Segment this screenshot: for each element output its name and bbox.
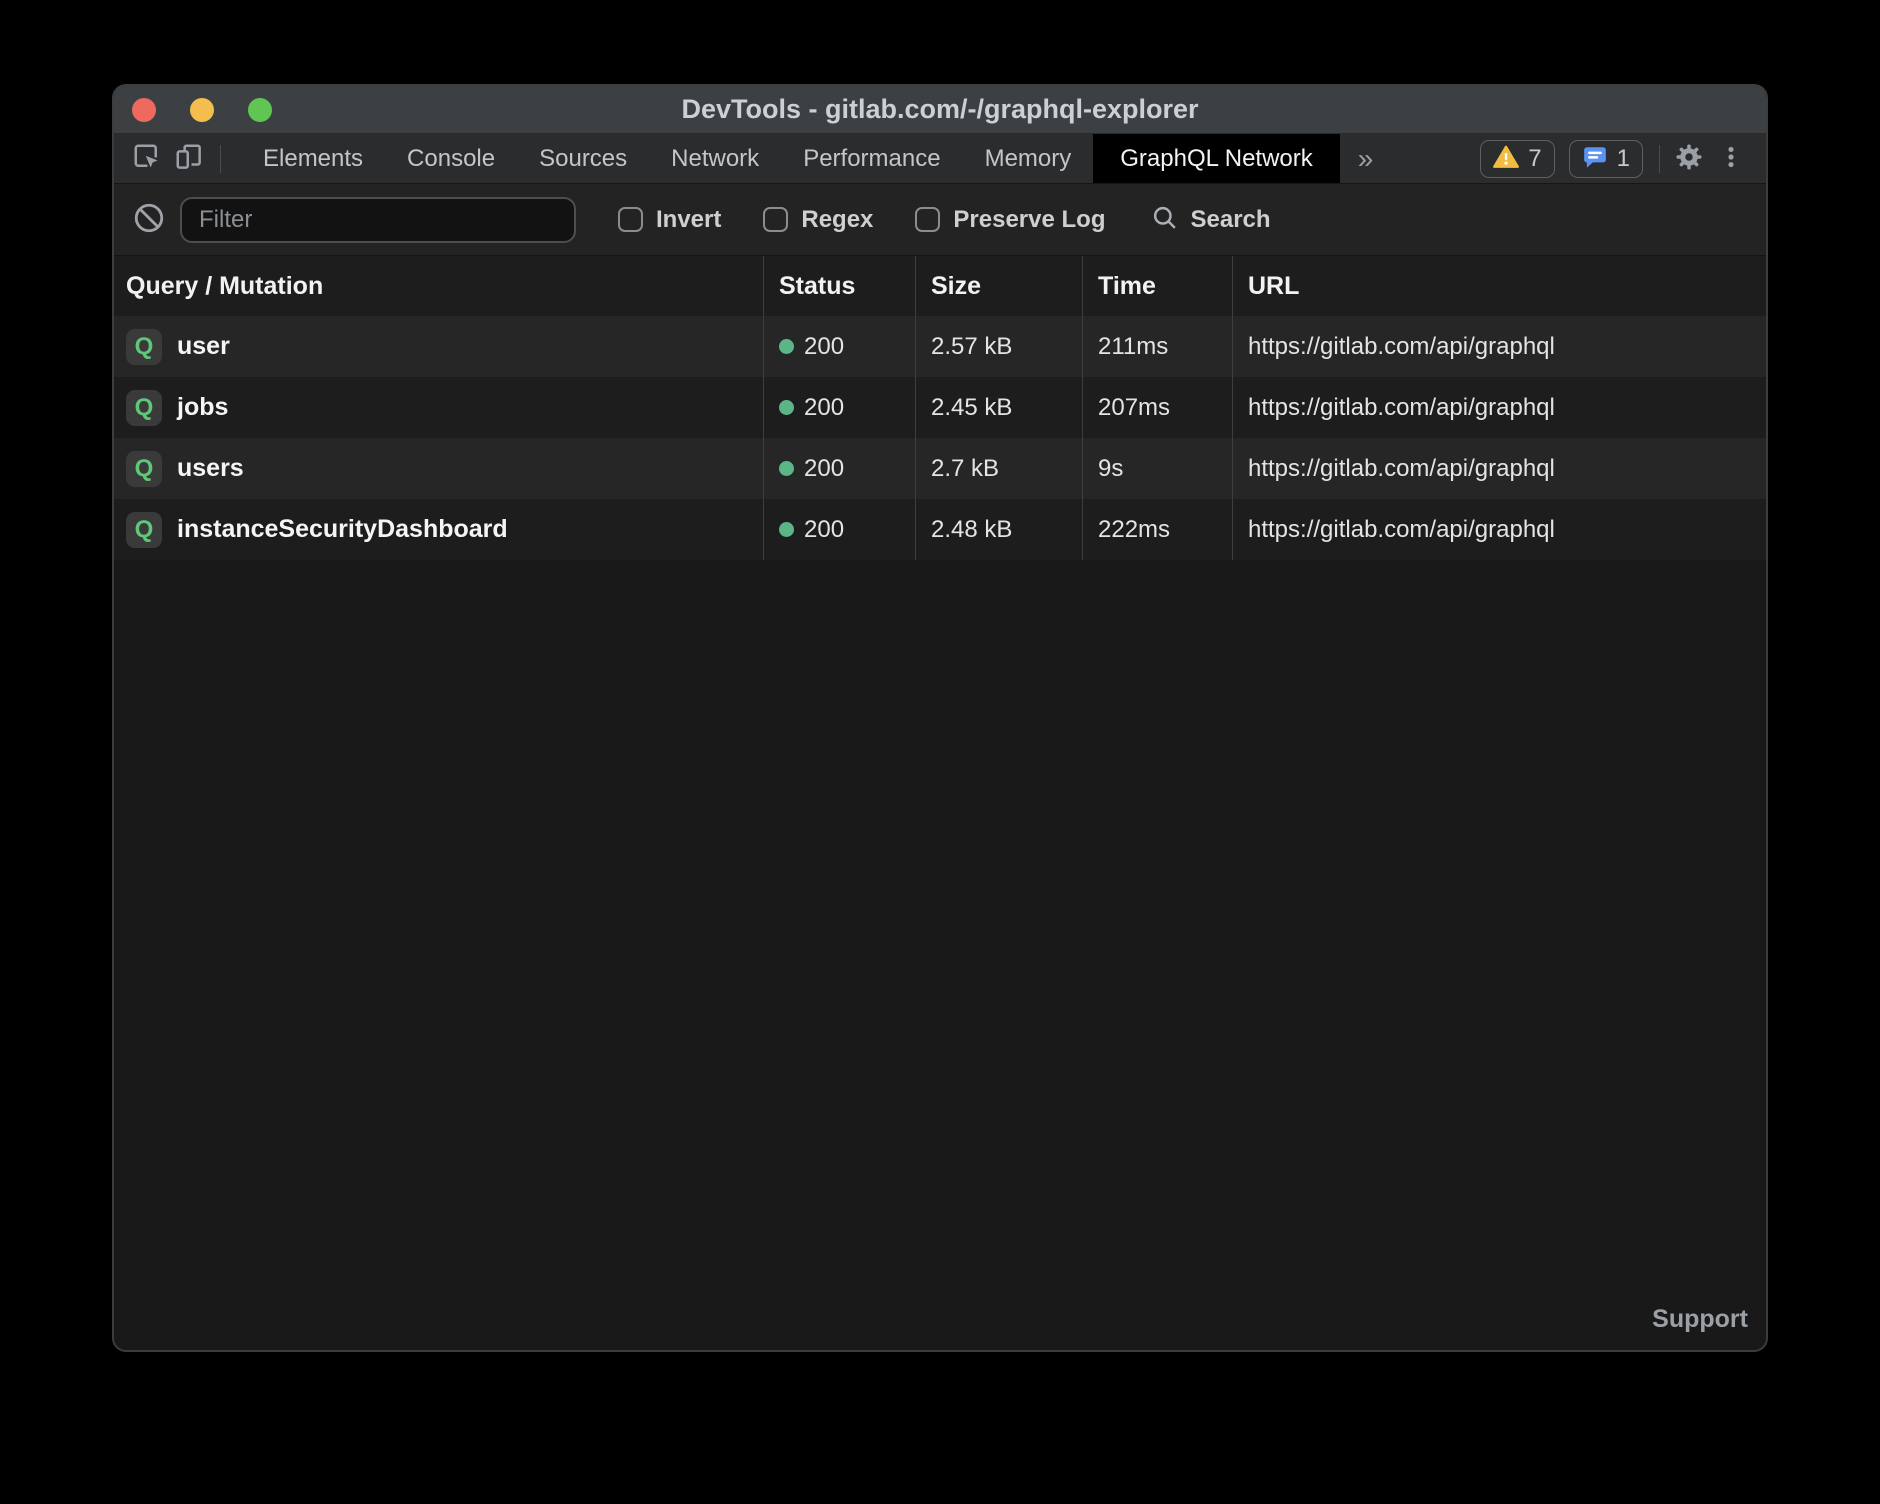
empty-panel-area	[114, 560, 1766, 1350]
column-header-status[interactable]: Status	[763, 256, 915, 316]
toolbar-divider	[220, 145, 221, 173]
search-label: Search	[1190, 206, 1270, 234]
invert-label: Invert	[656, 206, 721, 234]
query-type-badge: Q	[126, 451, 162, 487]
toolbar-divider	[1659, 145, 1660, 173]
search-icon	[1151, 204, 1178, 236]
response-size: 2.7 kB	[931, 455, 999, 483]
table-header: Query / Mutation Status Size Time URL	[114, 256, 1766, 316]
titlebar: DevTools - gitlab.com/-/graphql-explorer	[114, 86, 1766, 134]
block-icon	[132, 201, 166, 238]
status-ok-dot	[779, 461, 794, 476]
devtools-window: DevTools - gitlab.com/-/graphql-explorer…	[112, 84, 1768, 1352]
status-code: 200	[804, 455, 844, 483]
table-row[interactable]: Q user 200 2.57 kB 211ms https://gitlab.…	[114, 316, 1766, 377]
response-size: 2.57 kB	[931, 333, 1012, 361]
table-row[interactable]: Q jobs 200 2.45 kB 207ms https://gitlab.…	[114, 377, 1766, 438]
request-url: https://gitlab.com/api/graphql	[1248, 394, 1555, 422]
filter-input[interactable]	[180, 197, 576, 243]
close-button[interactable]	[132, 98, 156, 122]
query-name: user	[177, 332, 230, 361]
request-url: https://gitlab.com/api/graphql	[1248, 333, 1555, 361]
tab-memory[interactable]: Memory	[963, 134, 1094, 183]
request-url: https://gitlab.com/api/graphql	[1248, 455, 1555, 483]
query-name: users	[177, 454, 244, 483]
inspect-element-button[interactable]	[126, 138, 168, 180]
table-row[interactable]: Q users 200 2.7 kB 9s https://gitlab.com…	[114, 438, 1766, 499]
device-toolbar-icon	[174, 142, 204, 175]
tab-elements[interactable]: Elements	[241, 134, 385, 183]
preserve-log-label: Preserve Log	[953, 206, 1105, 234]
tab-console[interactable]: Console	[385, 134, 517, 183]
status-ok-dot	[779, 522, 794, 537]
invert-checkbox-group[interactable]: Invert	[618, 206, 721, 234]
tab-graphql-network[interactable]: GraphQL Network	[1093, 134, 1340, 183]
minimize-button[interactable]	[190, 98, 214, 122]
desktop: { "window": { "title": "DevTools - gitla…	[0, 0, 1880, 1504]
filter-bar: Invert Regex Preserve Log Search	[114, 184, 1766, 256]
request-table-body: Q user 200 2.57 kB 211ms https://gitlab.…	[114, 316, 1766, 560]
column-header-size[interactable]: Size	[915, 256, 1082, 316]
window-title: DevTools - gitlab.com/-/graphql-explorer	[114, 94, 1766, 125]
regex-checkbox-group[interactable]: Regex	[763, 206, 873, 234]
tab-performance[interactable]: Performance	[781, 134, 962, 183]
query-type-badge: Q	[126, 390, 162, 426]
messages-count: 1	[1617, 145, 1630, 173]
response-time: 9s	[1098, 455, 1123, 483]
gear-icon	[1674, 142, 1704, 175]
more-tabs-button[interactable]: »	[1340, 134, 1392, 183]
inspect-cursor-icon	[132, 142, 162, 175]
regex-label: Regex	[801, 206, 873, 234]
device-toolbar-button[interactable]	[168, 138, 210, 180]
query-name: instanceSecurityDashboard	[177, 515, 508, 544]
preserve-log-checkbox	[915, 207, 940, 232]
table-row[interactable]: Q instanceSecurityDashboard 200 2.48 kB …	[114, 499, 1766, 560]
more-options-button[interactable]	[1710, 138, 1752, 180]
warnings-count: 7	[1528, 145, 1541, 173]
search-button[interactable]: Search	[1151, 204, 1270, 236]
message-bubble-icon	[1582, 144, 1608, 173]
status-code: 200	[804, 333, 844, 361]
query-type-badge: Q	[126, 512, 162, 548]
regex-checkbox	[763, 207, 788, 232]
traffic-lights	[132, 86, 272, 133]
support-link[interactable]: Support	[1652, 1305, 1748, 1334]
warnings-badge[interactable]: 7	[1480, 140, 1554, 178]
request-url: https://gitlab.com/api/graphql	[1248, 516, 1555, 544]
panel-tabs: Elements Console Sources Network Perform…	[241, 134, 1391, 183]
settings-button[interactable]	[1668, 138, 1710, 180]
devtools-toolbar: Elements Console Sources Network Perform…	[114, 134, 1766, 184]
status-code: 200	[804, 394, 844, 422]
status-code: 200	[804, 516, 844, 544]
status-ok-dot	[779, 339, 794, 354]
response-time: 222ms	[1098, 516, 1170, 544]
clear-button[interactable]	[128, 199, 170, 241]
column-header-time[interactable]: Time	[1082, 256, 1232, 316]
messages-badge[interactable]: 1	[1569, 140, 1643, 178]
column-header-url[interactable]: URL	[1232, 256, 1766, 316]
response-time: 207ms	[1098, 394, 1170, 422]
tab-network[interactable]: Network	[649, 134, 781, 183]
response-size: 2.48 kB	[931, 516, 1012, 544]
maximize-button[interactable]	[248, 98, 272, 122]
status-ok-dot	[779, 400, 794, 415]
query-type-badge: Q	[126, 329, 162, 365]
preserve-log-checkbox-group[interactable]: Preserve Log	[915, 206, 1105, 234]
query-name: jobs	[177, 393, 228, 422]
invert-checkbox	[618, 207, 643, 232]
response-time: 211ms	[1098, 333, 1168, 361]
column-header-query-mutation[interactable]: Query / Mutation	[114, 256, 763, 316]
tab-sources[interactable]: Sources	[517, 134, 649, 183]
kebab-menu-icon	[1718, 144, 1744, 173]
warning-triangle-icon	[1493, 144, 1519, 173]
response-size: 2.45 kB	[931, 394, 1012, 422]
